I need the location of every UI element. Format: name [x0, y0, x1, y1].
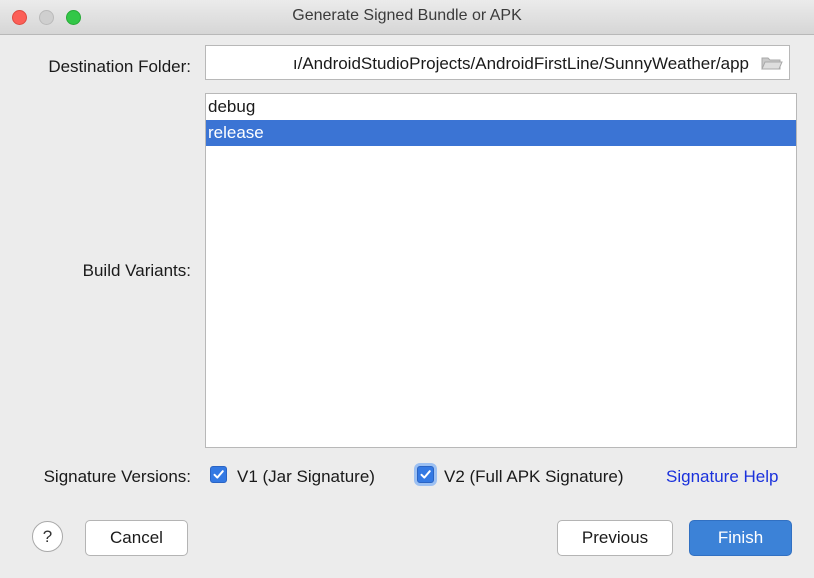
previous-button[interactable]: Previous: [557, 520, 673, 556]
signature-versions-label: Signature Versions:: [43, 467, 191, 486]
signature-help-link[interactable]: Signature Help: [666, 467, 778, 487]
destination-folder-field[interactable]: ı/AndroidStudioProjects/AndroidFirstLine…: [205, 45, 790, 80]
window-title: Generate Signed Bundle or APK: [292, 7, 522, 24]
build-variants-list[interactable]: debug release: [205, 93, 797, 448]
v1-checkbox-label[interactable]: V1 (Jar Signature): [237, 467, 375, 487]
list-item-debug[interactable]: debug: [206, 94, 796, 120]
list-item-release[interactable]: release: [206, 120, 796, 146]
checkmark-icon: [213, 470, 224, 479]
cancel-button[interactable]: Cancel: [85, 520, 188, 556]
destination-folder-value[interactable]: ı/AndroidStudioProjects/AndroidFirstLine…: [293, 54, 749, 74]
folder-icon[interactable]: [761, 55, 783, 71]
help-button[interactable]: ?: [32, 521, 63, 552]
v2-checkbox-label[interactable]: V2 (Full APK Signature): [444, 467, 624, 487]
dialog-window: Generate Signed Bundle or APK Destinatio…: [0, 0, 814, 578]
finish-button[interactable]: Finish: [689, 520, 792, 556]
title-bar: Generate Signed Bundle or APK: [0, 0, 814, 35]
build-variants-label: Build Variants:: [82, 261, 191, 280]
checkmark-icon: [420, 470, 431, 479]
v1-checkbox[interactable]: [210, 466, 227, 483]
destination-folder-label: Destination Folder:: [48, 57, 191, 76]
v2-checkbox[interactable]: [417, 466, 434, 483]
